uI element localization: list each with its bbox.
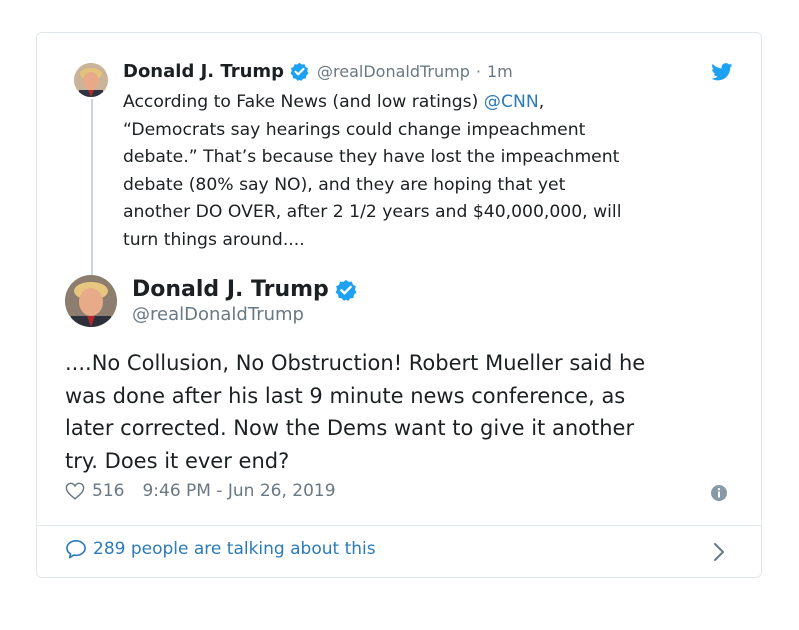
twitter-bird-icon[interactable] [711, 63, 733, 81]
card-divider [37, 525, 761, 526]
parent-author-handle[interactable]: @realDonaldTrump [317, 62, 470, 81]
thread-line [91, 99, 93, 279]
cnn-mention-link[interactable]: @CNN [484, 92, 539, 112]
parent-author-avatar[interactable] [74, 63, 108, 97]
info-icon[interactable] [711, 485, 727, 501]
dot-separator: · [475, 62, 481, 81]
parent-tweet-header: Donald J. Trump @realDonaldTrump · 1m [123, 61, 513, 82]
conversation-link[interactable]: 289 people are talking about this [65, 539, 376, 559]
parent-tweet-time[interactable]: 1m [487, 62, 513, 81]
main-author-avatar[interactable] [65, 275, 117, 327]
parent-tweet-text: According to Fake News (and low ratings)… [123, 89, 743, 255]
speech-bubble-icon [66, 540, 86, 559]
tweet-meta-row: 516 9:46 PM - Jun 26, 2019 [65, 481, 336, 501]
main-author-name[interactable]: Donald J. Trump [132, 277, 329, 302]
verified-badge-icon [335, 279, 357, 301]
heart-icon[interactable] [65, 482, 85, 500]
verified-badge-icon [290, 62, 309, 81]
chevron-right-icon[interactable] [713, 542, 725, 562]
main-author-handle[interactable]: @realDonaldTrump [132, 304, 304, 325]
main-tweet-author: Donald J. Trump [132, 277, 357, 302]
parent-tweet-text-rest: , “Democrats say hearings could change i… [123, 92, 622, 250]
embedded-tweet-card: Donald J. Trump @realDonaldTrump · 1m Ac… [36, 32, 762, 578]
parent-author-name[interactable]: Donald J. Trump [123, 61, 284, 82]
like-count[interactable]: 516 [92, 481, 124, 501]
parent-tweet-text-start: According to Fake News (and low ratings) [123, 92, 484, 112]
conversation-label: 289 people are talking about this [93, 539, 376, 559]
main-tweet-text: ....No Collusion, No Obstruction! Robert… [65, 351, 646, 473]
tweet-timestamp[interactable]: 9:46 PM - Jun 26, 2019 [142, 481, 335, 501]
